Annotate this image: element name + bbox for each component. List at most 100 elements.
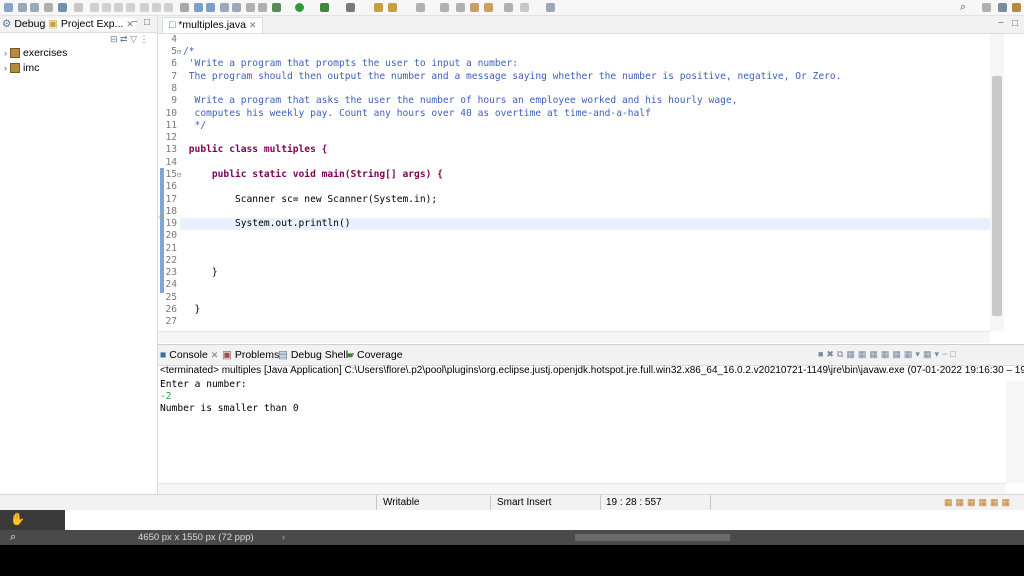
zoom-tool-icon[interactable]: ⌕ [10,531,16,544]
folder-icon: ▣ [48,18,58,30]
tab-debug-shell[interactable]: ▤ Debug Shell [278,349,348,361]
viewer-scroll-track[interactable] [575,534,730,541]
console-panel: ■ Console ✕ ▣ Problems ▤ Debug Shell ▰ C… [158,344,1024,496]
expand-arrow-icon[interactable]: › [4,63,7,73]
next-annotation-icon[interactable] [456,3,465,12]
coverage-tab-icon: ▰ [346,349,355,361]
code-line: 4 [171,34,177,45]
code-line: 12 [165,132,177,143]
tab-coverage[interactable]: ▰ Coverage [346,349,403,361]
debug-icon[interactable] [272,3,281,12]
console-description: <terminated> multiples [Java Application… [160,365,1024,376]
toggle-breadcrumb-icon[interactable] [194,3,203,12]
code-editor: □ *multiples.java ✕ − □ ⚠ 4 5⊟/* 6 'Writ… [158,16,1024,343]
project-icon [10,48,20,59]
maximize-icon[interactable]: □ [144,17,150,28]
suspend-icon[interactable] [102,3,111,12]
new-java-project-icon[interactable] [374,3,383,12]
expand-arrow-icon[interactable]: › [4,48,7,58]
console-tab-strip: ■ Console ✕ ▣ Problems ▤ Debug Shell ▰ C… [158,345,1024,366]
status-insert-mode: Smart Insert [497,497,552,508]
close-icon[interactable]: ✕ [249,20,257,30]
console-toolbar-icons[interactable]: ■✖⧉▦▦▦▦▦▦▾▦▾−□ [818,349,959,360]
tab-console-label: Console [169,349,208,361]
code-line: 15⊟ public static void main(String[] arg… [165,169,443,180]
block-selection-icon[interactable] [206,3,215,12]
new-package-icon[interactable] [388,3,397,12]
terminate-icon[interactable] [114,3,123,12]
open-type-icon[interactable] [416,3,425,12]
tab-coverage-label: Coverage [357,349,403,361]
tab-debug-shell-label: Debug Shell [290,349,349,361]
code-line: 26 } [165,304,201,315]
debug-shell-icon: ▤ [278,349,288,361]
console-vertical-scrollbar[interactable] [1006,381,1024,483]
debug-perspective-icon[interactable] [998,3,1007,12]
save-all-icon[interactable] [30,3,39,12]
status-separator [600,495,601,511]
status-icons[interactable]: ▦▦▦▦▦▦ [944,497,1013,508]
close-icon[interactable]: ✕ [211,350,219,360]
code-line: 10 computes his weekly pay. Count any ho… [165,108,651,119]
open-perspective-icon[interactable] [982,3,991,12]
code-line: 6 'Write a program that prompts the user… [171,58,519,69]
tab-problems-label: Problems [234,349,280,361]
problems-icon: ▣ [222,349,232,361]
tab-problems[interactable]: ▣ Problems [222,349,279,361]
coverage-icon[interactable] [320,3,329,12]
code-line: 20 [165,230,177,241]
hand-tool-icon[interactable]: ✋ [10,512,25,526]
status-writable: Writable [383,497,420,508]
new-icon[interactable] [4,3,13,12]
terminal-icon[interactable] [58,3,67,12]
minimize-icon[interactable]: − [132,17,138,28]
previous-annotation-icon[interactable] [470,3,479,12]
print-icon[interactable] [44,3,53,12]
tree-item-label: exercises [23,47,68,59]
mark-occurrences-icon[interactable] [258,3,267,12]
skip-breakpoints-icon[interactable] [74,3,83,12]
pilcrow-icon[interactable] [246,3,255,12]
project-icon [10,63,20,74]
tab-project-explorer[interactable]: ▣ Project Exp... ✕ [46,18,136,30]
code-line: 11 */ [165,120,207,131]
code-line: 22 [165,255,177,266]
image-size-info: 4650 px x 1550 px (72 ppp) [138,532,254,543]
editor-tab-strip: □ *multiples.java ✕ − □ [158,16,1024,34]
editor-horizontal-scrollbar[interactable] [158,331,990,343]
show-whitespace-icon[interactable] [220,3,229,12]
step-into-icon[interactable] [140,3,149,12]
console-icon: ■ [160,349,167,361]
step-over-icon[interactable] [152,3,161,12]
status-separator [376,495,377,511]
search-icon[interactable]: ⌕ [960,1,966,14]
code-line: 18 [165,206,177,217]
tree-item-imc[interactable]: › imc [4,62,39,74]
info-arrow-icon[interactable]: › [282,532,285,542]
tab-multiples-java[interactable]: □ *multiples.java ✕ [162,17,264,33]
java-perspective-icon[interactable] [1012,3,1021,12]
step-return-icon[interactable] [164,3,173,12]
last-edit-location-icon[interactable] [484,3,493,12]
forward-icon[interactable] [520,3,529,12]
tab-debug[interactable]: ⚙ Debug [2,18,45,30]
save-icon[interactable] [18,3,27,12]
tree-item-exercises[interactable]: › exercises [4,47,67,59]
use-step-filters-icon[interactable] [180,3,189,12]
tab-console[interactable]: ■ Console ✕ [160,349,218,361]
status-bar: Writable Smart Insert 19 : 28 : 557 ▦▦▦▦… [0,494,1024,511]
collapse-all-icon[interactable]: ⊟ ⇄ ▽ ⋮ [110,34,149,45]
back-icon[interactable] [504,3,513,12]
disconnect-icon[interactable] [126,3,135,12]
editor-scroll-thumb[interactable] [992,76,1002,316]
code-line: 9 Write a program that asks the user the… [171,95,738,106]
maximize-icon[interactable]: □ [1012,18,1018,29]
resume-icon[interactable] [90,3,99,12]
run-icon[interactable] [295,3,304,12]
pin-editor-icon[interactable] [546,3,555,12]
status-separator [490,495,491,511]
external-tools-icon[interactable] [346,3,355,12]
show-paragraph-icon[interactable] [232,3,241,12]
search-toolbar-icon[interactable] [440,3,449,12]
minimize-icon[interactable]: − [998,18,1004,29]
